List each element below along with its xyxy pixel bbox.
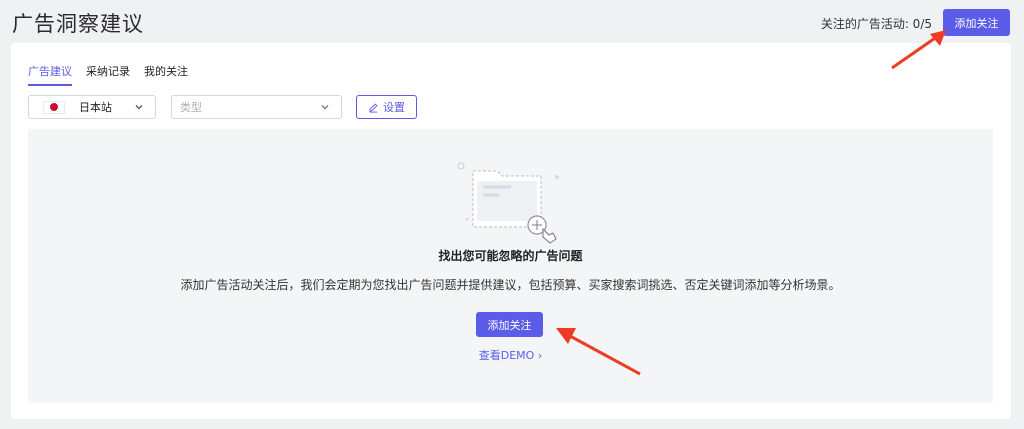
type-select-placeholder: 类型 (180, 101, 202, 114)
tab-bar: 广告建议 采纳记录 我的关注 (28, 63, 188, 86)
empty-state-title: 找出您可能忽略的广告问题 (438, 249, 583, 263)
japan-flag-icon (43, 100, 65, 114)
follow-count-status: 关注的广告活动: 0/5 (820, 17, 932, 31)
site-select-value: 日本站 (79, 101, 112, 114)
settings-button-label: 设置 (383, 101, 405, 114)
page-title: 广告洞察建议 (12, 12, 144, 36)
settings-button[interactable]: 设置 (356, 95, 417, 119)
chevron-down-icon (321, 105, 329, 110)
type-select[interactable]: 类型 (171, 95, 342, 119)
empty-state-description: 添加广告活动关注后，我们会定期为您找出广告问题并提供建议，包括预算、买家搜索词挑… (180, 278, 841, 292)
view-demo-link[interactable]: 查看DEMO › (28, 347, 993, 363)
chevron-down-icon (135, 105, 143, 110)
tab-ad-suggestions[interactable]: 广告建议 (28, 63, 72, 86)
tab-adoption-records[interactable]: 采纳记录 (86, 63, 130, 86)
folder-add-illustration-icon (457, 162, 559, 244)
main-card: 广告建议 采纳记录 我的关注 日本站 类型 设置 找出您可能忽略的广告问题 添加… (11, 43, 1011, 419)
page: 广告洞察建议 关注的广告活动: 0/5 添加关注 广告建议 采纳记录 我的关注 … (0, 0, 1024, 429)
tab-my-follows[interactable]: 我的关注 (144, 63, 188, 86)
site-select[interactable]: 日本站 (28, 95, 156, 119)
empty-state-panel: 找出您可能忽略的广告问题 添加广告活动关注后，我们会定期为您找出广告问题并提供建… (28, 129, 993, 403)
empty-add-follow-button[interactable]: 添加关注 (476, 312, 543, 337)
header-add-follow-button[interactable]: 添加关注 (943, 9, 1010, 36)
edit-pencil-icon (369, 102, 378, 113)
